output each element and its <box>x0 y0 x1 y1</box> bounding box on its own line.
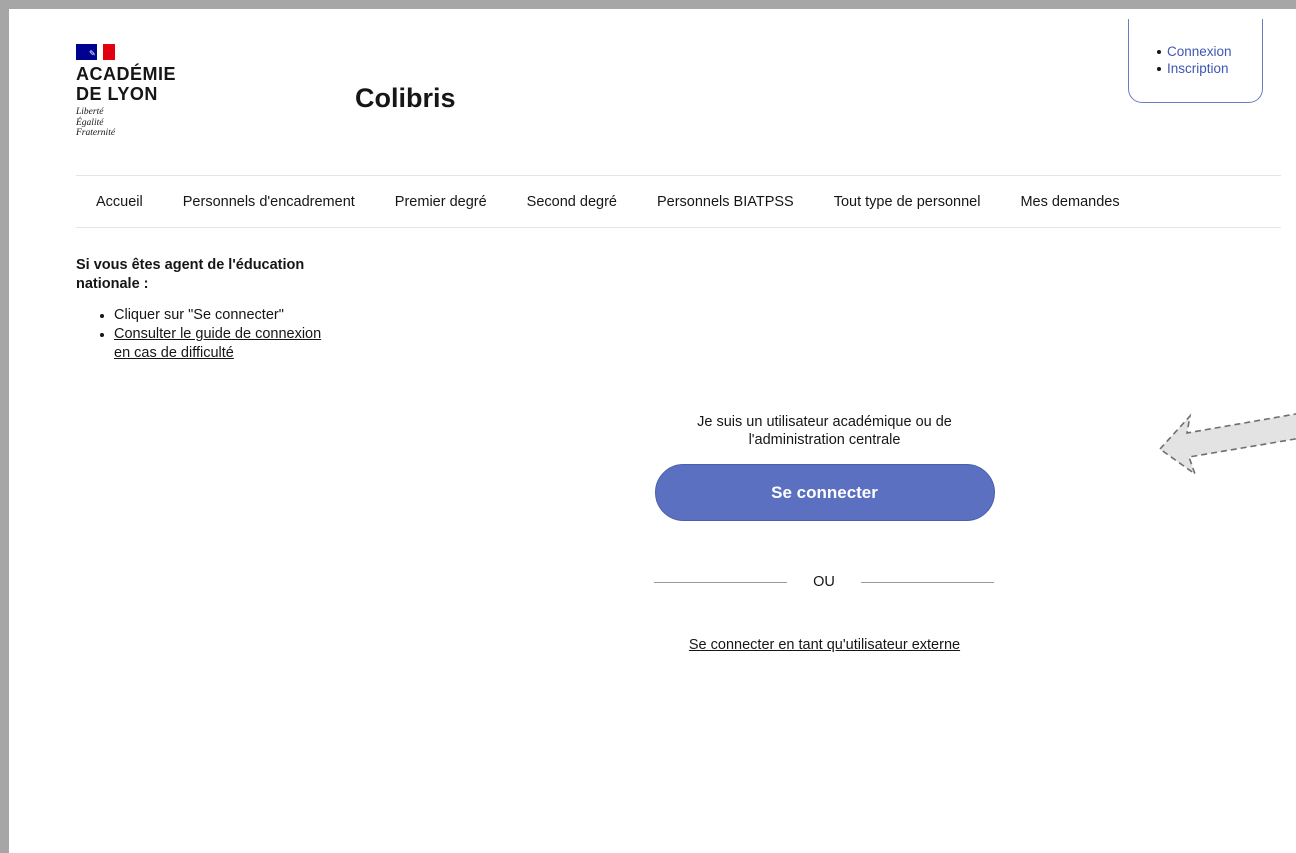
connexion-link[interactable]: Connexion <box>1157 43 1232 60</box>
list-item: Cliquer sur "Se connecter" <box>100 306 336 325</box>
agent-info-list: Cliquer sur "Se connecter" Consulter le … <box>76 306 336 363</box>
marianne-icon: ✎ <box>89 49 96 58</box>
dashed-arrow-left-icon <box>1158 413 1296 477</box>
motto-fraternite: Fraternité <box>76 128 116 138</box>
agent-info-panel: Si vous êtes agent de l'éducation nation… <box>76 256 336 363</box>
or-separator: OU <box>654 573 994 593</box>
site-title[interactable]: Colibris <box>355 83 456 114</box>
agent-info-heading: Si vous êtes agent de l'éducation nation… <box>76 257 305 292</box>
login-panel: Je suis un utilisateur académique ou de … <box>649 413 1000 653</box>
external-user-login-link[interactable]: Se connecter en tant qu'utilisateur exte… <box>649 637 1000 653</box>
nav-item-accueil[interactable]: Accueil <box>76 194 163 210</box>
institution-name-line1: ACADÉMIE <box>76 64 177 84</box>
motto-liberte: Liberté <box>76 107 104 117</box>
page-frame: ✎ ACADÉMIE DE LYON Liberté Égalité Frate… <box>0 0 1296 853</box>
account-menu: Connexion Inscription <box>1128 19 1263 103</box>
nav-item-second-degre[interactable]: Second degré <box>507 194 637 210</box>
nav-item-personnels-biatpss[interactable]: Personnels BIATPSS <box>637 194 814 210</box>
motto-egalite: Égalité <box>76 117 104 128</box>
se-connecter-button[interactable]: Se connecter <box>654 464 995 521</box>
connection-guide-link[interactable]: Consulter le guide de connexion en cas d… <box>114 326 321 361</box>
instruction-text: Cliquer sur "Se connecter" <box>114 307 284 323</box>
list-item: Consulter le guide de connexion en cas d… <box>100 325 336 363</box>
divider <box>861 582 994 583</box>
nav-item-personnels-encadrement[interactable]: Personnels d'encadrement <box>163 194 375 210</box>
institution-name-line2: DE LYON <box>76 84 158 104</box>
nav-item-mes-demandes[interactable]: Mes demandes <box>1000 194 1139 210</box>
republic-motto: Liberté Égalité Fraternité <box>76 107 176 139</box>
nav-bottom-divider <box>76 227 1281 228</box>
nav-item-tout-type-personnel[interactable]: Tout type de personnel <box>814 194 1001 210</box>
academie-logo[interactable]: ✎ ACADÉMIE DE LYON Liberté Égalité Frate… <box>76 44 176 139</box>
nav-item-premier-degre[interactable]: Premier degré <box>375 194 507 210</box>
main-nav: Accueil Personnels d'encadrement Premier… <box>76 176 1281 227</box>
login-intro: Je suis un utilisateur académique ou de … <box>697 414 952 448</box>
inscription-link[interactable]: Inscription <box>1157 60 1232 77</box>
